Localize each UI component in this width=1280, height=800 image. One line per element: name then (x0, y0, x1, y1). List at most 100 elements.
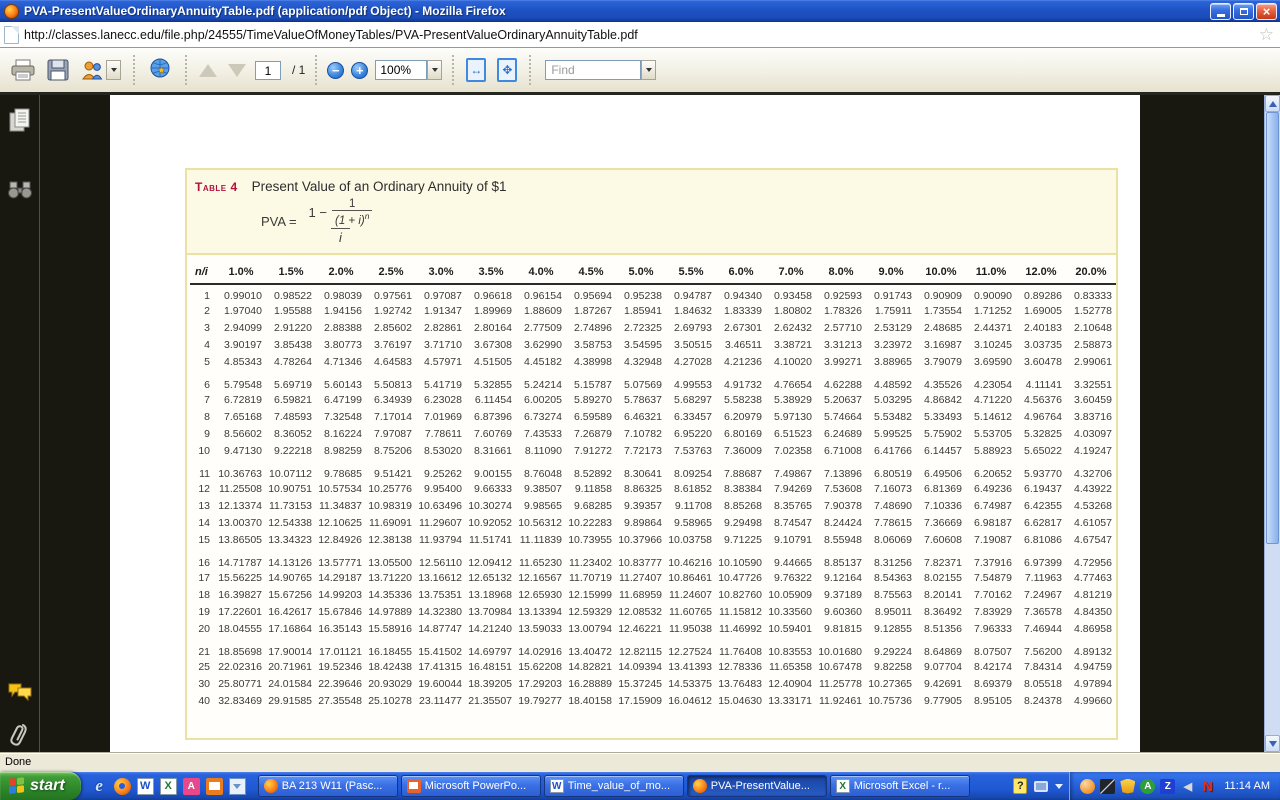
pv-factor-cell: 8.05518 (1016, 675, 1066, 692)
powerpoint-icon[interactable] (206, 778, 223, 795)
taskbar-button[interactable]: PVA-PresentValue... (687, 775, 827, 797)
scroll-up-button[interactable] (1265, 95, 1280, 112)
zoom-out-button[interactable]: − (327, 62, 344, 79)
save-button[interactable] (45, 57, 71, 83)
page-count-label: / 1 (292, 63, 305, 77)
comments-icon (7, 682, 33, 702)
pv-factor-cell: 7.53763 (666, 442, 716, 459)
close-button[interactable]: × (1256, 3, 1277, 20)
scrollbar-thumb[interactable] (1266, 112, 1279, 544)
shield-tray-icon[interactable] (1120, 779, 1135, 794)
firefox-icon (264, 779, 278, 793)
find-input[interactable] (545, 60, 641, 80)
pv-factor-cell: 12.84926 (316, 531, 366, 548)
taskbar-button[interactable]: BA 213 W11 (Pasc... (258, 775, 398, 797)
pv-factor-cell: 7.36669 (916, 514, 966, 531)
buddy-tray-icon[interactable] (1080, 779, 1095, 794)
outlook-express-icon[interactable] (229, 778, 246, 795)
safely-remove-hardware-icon[interactable] (1034, 781, 1048, 792)
pv-factor-cell: 9.81815 (816, 620, 866, 637)
pv-factor-cell: 10.05909 (766, 586, 816, 603)
status-bar: Done (0, 752, 1280, 772)
firefox-icon[interactable] (114, 778, 131, 795)
pv-factor-cell: 12.46221 (616, 620, 666, 637)
restore-button[interactable] (1233, 3, 1254, 20)
taskbar-button[interactable]: Microsoft PowerPo... (401, 775, 541, 797)
url-input[interactable] (24, 25, 1254, 45)
taskbar-chevron-icon[interactable] (1055, 784, 1063, 793)
pv-factor-cell: 4.62288 (816, 370, 866, 391)
pv-factor-cell: 4.10020 (766, 353, 816, 370)
zoom-in-button[interactable]: + (351, 62, 368, 79)
zone-tray-icon[interactable]: Z (1160, 779, 1175, 794)
previous-page-button[interactable] (197, 62, 219, 79)
web-tools-button[interactable] (145, 56, 175, 84)
vertical-scrollbar[interactable] (1264, 95, 1280, 752)
internet-explorer-icon[interactable]: e (91, 778, 108, 795)
volume-tray-icon[interactable]: ◀ (1180, 779, 1195, 794)
pv-factor-cell: 10.47726 (716, 569, 766, 586)
bookmark-star-icon[interactable]: ☆ (1259, 26, 1274, 43)
pv-factor-cell: 13.18968 (466, 586, 516, 603)
inner-numerator: 1 (343, 198, 361, 210)
pv-factor-cell: 11.24607 (666, 586, 716, 603)
pages-panel-button[interactable] (8, 107, 32, 138)
pv-factor-cell: 10.57534 (316, 480, 366, 497)
pv-factor-cell: 13.34323 (266, 531, 316, 548)
taskbar-button-label: BA 213 W11 (Pasc... (282, 780, 392, 792)
print-button[interactable] (8, 57, 38, 83)
pv-factor-cell: 7.43533 (516, 425, 566, 442)
pv-factor-cell: 6.51523 (766, 425, 816, 442)
table-row: 2522.0231620.7196119.5234618.4243817.413… (190, 658, 1116, 675)
collaborate-dropdown-arrow[interactable] (106, 60, 121, 80)
fit-page-button[interactable]: ✥ (495, 56, 519, 84)
pv-factor-cell: 9.76322 (766, 569, 816, 586)
paint-tray-icon[interactable] (1100, 779, 1115, 794)
antivirus-tray-icon[interactable]: A (1140, 779, 1155, 794)
fit-width-button[interactable]: ↔ (464, 56, 488, 84)
start-button[interactable]: start (0, 772, 81, 800)
pv-factor-cell: 3.60459 (1066, 391, 1116, 408)
pv-factor-cell: 14.82821 (566, 658, 616, 675)
pv-factor-cell: 2.44371 (966, 319, 1016, 336)
pv-factor-cell: 1.80802 (766, 302, 816, 319)
rate-column-header: 3.5% (466, 263, 516, 284)
minimize-button[interactable] (1210, 3, 1231, 20)
comments-panel-button[interactable] (7, 682, 33, 707)
pv-factor-cell: 4.51505 (466, 353, 516, 370)
pv-factor-cell: 2.10648 (1066, 319, 1116, 336)
pv-factor-cell: 6.73274 (516, 408, 566, 425)
next-page-button[interactable] (226, 62, 248, 79)
pv-factor-cell: 4.71220 (966, 391, 1016, 408)
collaborate-button[interactable] (78, 57, 123, 83)
rate-column-header: 4.0% (516, 263, 566, 284)
pv-factor-cell: 10.73955 (566, 531, 616, 548)
up-arrow-icon (199, 64, 217, 77)
taskbar-button[interactable]: WTime_value_of_mo... (544, 775, 684, 797)
system-tray: AZ◀N 11:14 AM (1069, 772, 1280, 800)
novell-tray-icon[interactable]: N (1200, 779, 1215, 794)
pv-factor-cell: 3.67308 (466, 336, 516, 353)
attachments-panel-button[interactable] (9, 721, 31, 752)
pv-factor-cell: 5.53705 (966, 425, 1016, 442)
pv-factor-cell: 10.01680 (816, 637, 866, 658)
access-icon[interactable]: A (183, 778, 200, 795)
pv-factor-cell: 4.84350 (1066, 603, 1116, 620)
pv-factor-cell: 5.79548 (216, 370, 266, 391)
excel-icon[interactable]: X (160, 778, 177, 795)
pv-factor-cell: 5.38929 (766, 391, 816, 408)
rate-column-header: 6.0% (716, 263, 766, 284)
word-icon[interactable]: W (137, 778, 154, 795)
scroll-down-button[interactable] (1265, 735, 1280, 752)
zoom-dropdown-arrow[interactable] (427, 60, 442, 80)
pv-factor-cell: 22.02316 (216, 658, 266, 675)
search-panel-button[interactable] (7, 180, 33, 205)
page-number-input[interactable]: 1 (255, 61, 281, 80)
taskbar-button[interactable]: XMicrosoft Excel - r... (830, 775, 970, 797)
zoom-level-value[interactable]: 100% (375, 60, 427, 80)
pv-factor-cell: 10.46216 (666, 548, 716, 569)
rate-column-header: 4.5% (566, 263, 616, 284)
pv-factor-cell: 9.68285 (566, 497, 616, 514)
find-dropdown-arrow[interactable] (641, 60, 656, 80)
help-notification-icon[interactable]: ? (1013, 778, 1027, 794)
